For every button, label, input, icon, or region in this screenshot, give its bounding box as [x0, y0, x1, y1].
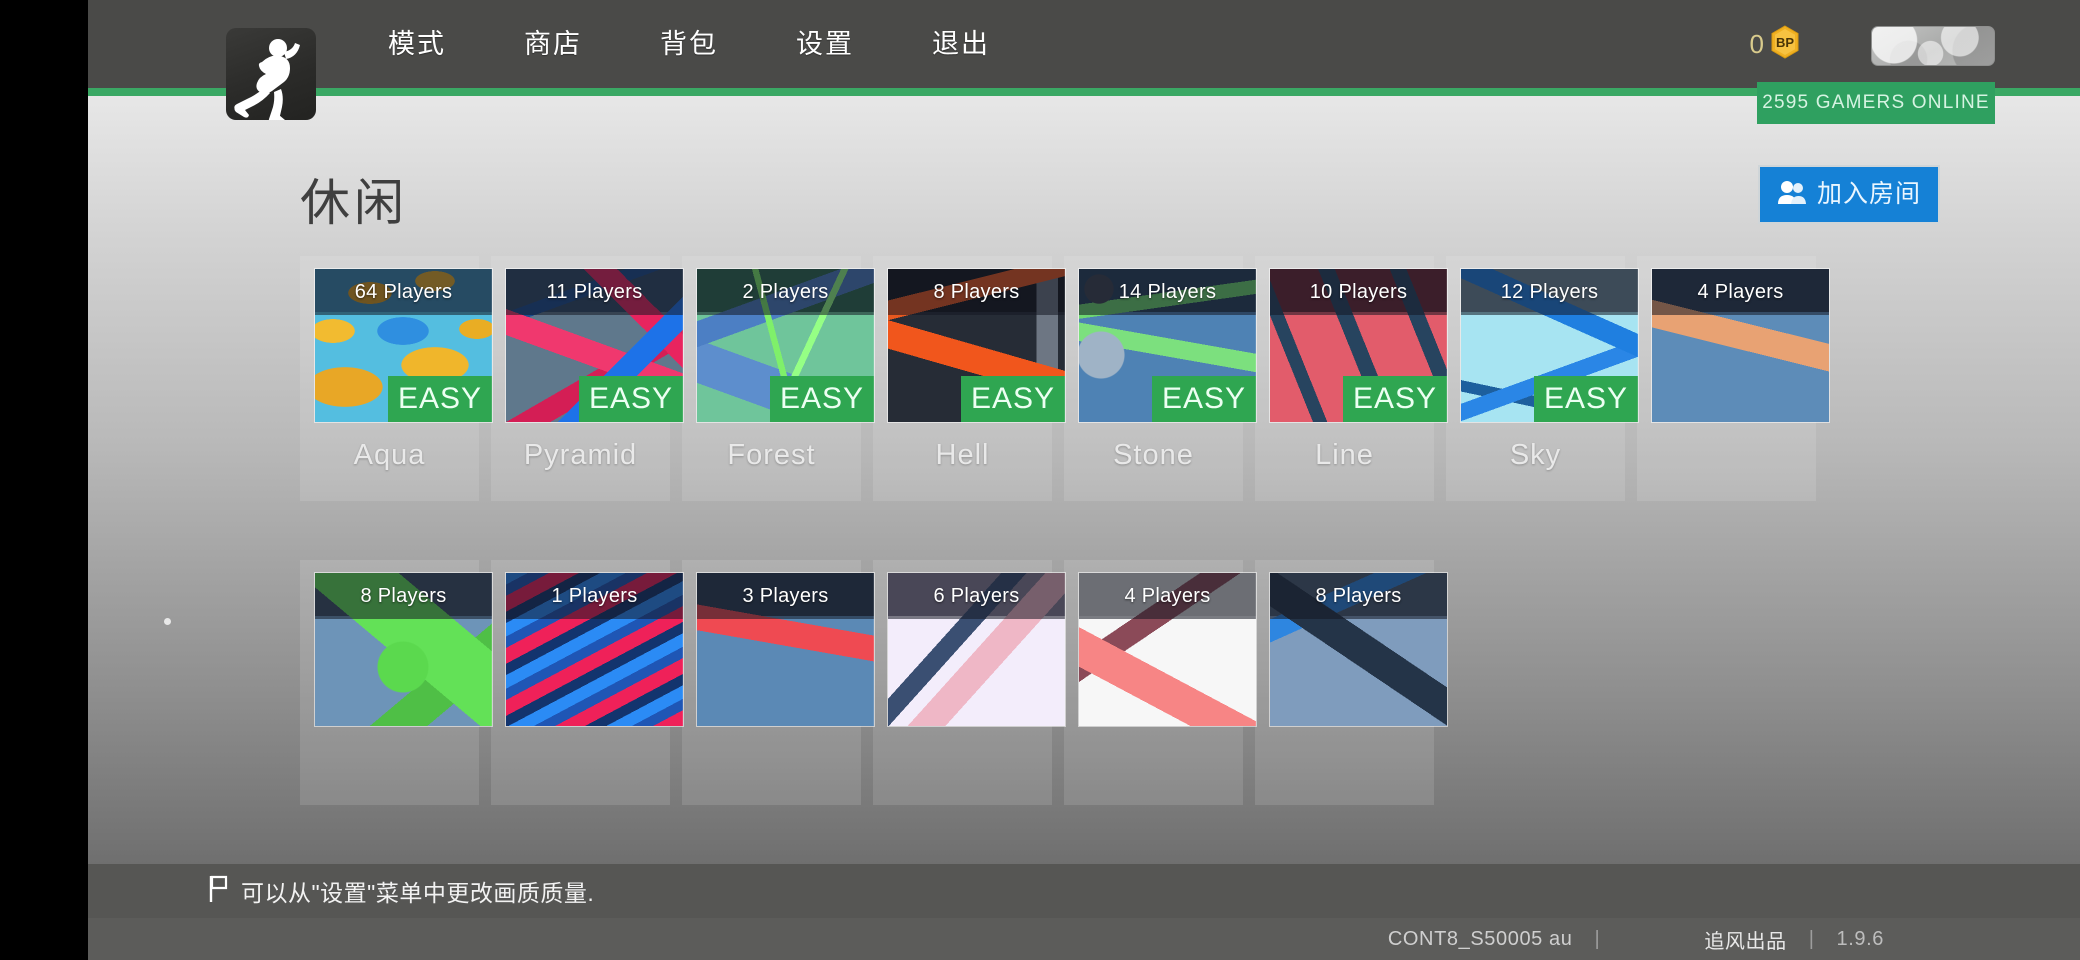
map-thumbnail: 4 Players	[1651, 268, 1830, 423]
join-room-label: 加入房间	[1816, 180, 1921, 208]
top-navigation-bar: 模式 商店 背包 设置 退出 0 BP	[88, 0, 2080, 88]
map-difficulty-badge: EASY	[960, 376, 1065, 422]
currency-value: 0	[1749, 29, 1764, 59]
letterbox-left	[0, 0, 88, 960]
nav-item-backpack[interactable]: 背包	[660, 30, 718, 58]
app-viewport: 模式 商店 背包 设置 退出 0 BP 2595 GAMERS ONLINE 休…	[88, 0, 2080, 960]
footer-separator-2: |	[1808, 927, 1815, 950]
map-player-count: 8 Players	[933, 280, 1020, 303]
map-difficulty-badge: EASY	[1342, 376, 1447, 422]
map-thumbnail: 2 Players EASY	[696, 268, 875, 423]
page-indicator-dot	[164, 618, 171, 625]
footer-separator-1: |	[1594, 927, 1601, 950]
tip-bar: 可以从"设置"菜单中更改画质质量.	[88, 864, 2080, 918]
map-card-row2-4[interactable]: 3 Players	[682, 560, 875, 805]
map-thumbnail: 3 Players	[696, 572, 875, 727]
map-card-forest[interactable]: 2 Players EASY Forest	[682, 256, 875, 501]
map-card-row2-3[interactable]: 1 Players	[491, 560, 684, 805]
map-difficulty-badge: EASY	[769, 376, 874, 422]
map-card-stone[interactable]: 14 Players EASY Stone	[1064, 256, 1257, 501]
nav-item-exit[interactable]: 退出	[932, 30, 990, 58]
map-card-pyramid[interactable]: 11 Players EASY Pyramid	[491, 256, 684, 501]
nav-item-mode[interactable]: 模式	[388, 30, 446, 58]
map-card-hell[interactable]: 8 Players EASY Hell	[873, 256, 1066, 501]
currency-display[interactable]: 0 BP	[1750, 0, 1800, 88]
map-name: Sky	[1509, 439, 1562, 471]
map-player-count: 11 Players	[546, 280, 643, 303]
join-room-button[interactable]: 加入房间	[1758, 165, 1940, 224]
gamers-online-banner: 2595 GAMERS ONLINE	[1757, 82, 1995, 124]
map-thumbnail: 12 Players EASY	[1460, 268, 1639, 423]
map-difficulty-badge: EASY	[1533, 376, 1638, 422]
gamers-online-text: 2595 GAMERS ONLINE	[1762, 92, 1990, 113]
map-player-count: 64 Players	[354, 280, 453, 303]
map-name: Forest	[727, 439, 816, 471]
map-name: Pyramid	[523, 439, 638, 471]
map-difficulty-badge: EASY	[387, 376, 492, 422]
people-icon	[1777, 180, 1807, 210]
nav-item-settings[interactable]: 设置	[796, 30, 854, 58]
map-card-row2-5[interactable]: 6 Players	[873, 560, 1066, 805]
map-thumbnail: 8 Players	[314, 572, 493, 727]
map-card-aqua[interactable]: 64 Players EASY Aqua	[300, 256, 493, 501]
main-content: 休闲 加入房间 64 Players EASY Aqua 11 Players …	[88, 96, 2080, 864]
map-player-count: 8 Players	[1315, 584, 1402, 607]
map-player-count: 8 Players	[360, 584, 447, 607]
map-card-row2-1[interactable]: 4 Players	[1637, 256, 1830, 501]
page-title: 休闲	[300, 175, 408, 231]
nav-item-shop[interactable]: 商店	[524, 30, 582, 58]
flag-icon	[208, 875, 229, 908]
map-thumbnail: 14 Players EASY	[1078, 268, 1257, 423]
map-player-count: 4 Players	[1124, 584, 1211, 607]
map-card-row2-6[interactable]: 4 Players	[1064, 560, 1257, 805]
map-grid: 64 Players EASY Aqua 11 Players EASY Pyr…	[300, 256, 1940, 864]
map-card-row2-7[interactable]: 8 Players	[1255, 560, 1448, 805]
footer-brand: 追风出品	[1704, 930, 1787, 953]
map-thumbnail: 4 Players	[1078, 572, 1257, 727]
map-thumbnail: 8 Players	[1269, 572, 1448, 727]
map-card-row2-2[interactable]: 8 Players	[300, 560, 493, 805]
map-difficulty-badge: EASY	[1151, 376, 1256, 422]
map-thumbnail: 11 Players EASY	[505, 268, 684, 423]
map-player-count: 2 Players	[742, 280, 829, 303]
map-name: Hell	[935, 439, 990, 471]
map-name: Line	[1315, 439, 1374, 471]
bp-gem-icon: BP	[1770, 24, 1800, 64]
map-thumbnail: 64 Players EASY	[314, 268, 493, 423]
player-avatar[interactable]	[1871, 26, 1995, 66]
map-thumbnail: 10 Players EASY	[1269, 268, 1448, 423]
map-thumbnail: 8 Players EASY	[887, 268, 1066, 423]
footer-bar: CONT8_S50005 au | 追风出品 | 1.9.6	[88, 918, 2080, 960]
running-figure-icon	[234, 39, 300, 120]
map-player-count: 6 Players	[933, 584, 1020, 607]
map-thumbnail: 1 Players	[505, 572, 684, 727]
tip-text: 可以从"设置"菜单中更改画质质量.	[241, 880, 595, 906]
map-player-count: 1 Players	[551, 584, 638, 607]
map-player-count: 12 Players	[1500, 280, 1599, 303]
map-name: Aqua	[353, 439, 426, 471]
map-name: Stone	[1113, 439, 1194, 471]
map-player-count: 4 Players	[1697, 280, 1784, 303]
svg-text:BP: BP	[1776, 35, 1794, 50]
game-screen: 模式 商店 背包 设置 退出 0 BP 2595 GAMERS ONLINE 休…	[0, 0, 2080, 960]
map-difficulty-badge: EASY	[578, 376, 683, 422]
map-player-count: 10 Players	[1309, 280, 1408, 303]
map-card-line[interactable]: 10 Players EASY Line	[1255, 256, 1448, 501]
map-player-count: 14 Players	[1118, 280, 1217, 303]
running-figure-logo[interactable]	[226, 28, 316, 120]
main-nav: 模式 商店 背包 设置 退出	[388, 0, 990, 88]
map-player-count: 3 Players	[742, 584, 829, 607]
footer-build: CONT8_S50005 au	[1387, 927, 1573, 950]
footer-version: 1.9.6	[1836, 927, 1884, 950]
map-card-sky[interactable]: 12 Players EASY Sky	[1446, 256, 1639, 501]
map-thumbnail: 6 Players	[887, 572, 1066, 727]
page-header: 休闲 加入房间	[300, 165, 1940, 268]
